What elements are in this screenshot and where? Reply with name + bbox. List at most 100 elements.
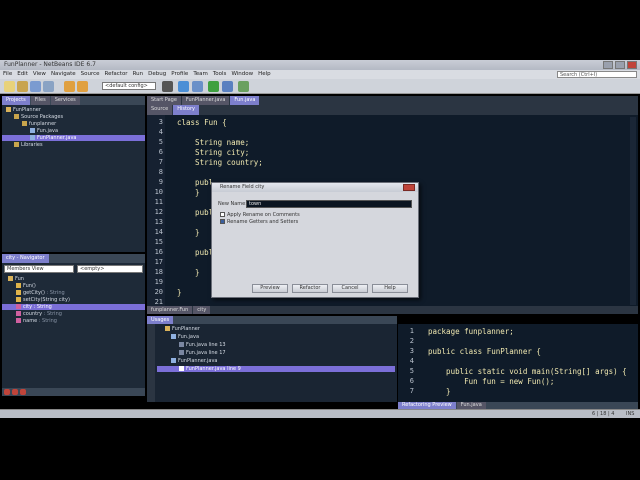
- tab-preview-file[interactable]: Fun.java: [456, 402, 486, 409]
- cancel-button[interactable]: Cancel: [332, 284, 368, 293]
- menu-navigate[interactable]: Navigate: [51, 70, 76, 79]
- undo-icon[interactable]: [64, 81, 75, 92]
- dialog-close-button[interactable]: [403, 184, 415, 191]
- code-line[interactable]: publ: [177, 208, 213, 217]
- code-line[interactable]: }: [177, 288, 182, 297]
- config-select[interactable]: <default config>: [102, 82, 156, 90]
- code-line[interactable]: String country;: [177, 158, 263, 167]
- apply-on-comments-checkbox[interactable]: Apply Rename on Comments: [220, 212, 300, 218]
- tree-item-source-packages[interactable]: Source Packages: [14, 114, 63, 120]
- dialog-title: Rename Field city: [212, 183, 418, 192]
- code-line[interactable]: String city;: [177, 148, 249, 157]
- breadcrumb-field[interactable]: city: [193, 306, 211, 314]
- tab-refactoring-preview[interactable]: Refactoring Preview: [398, 402, 456, 409]
- tree-item-libraries[interactable]: Libraries: [14, 142, 43, 148]
- code-line[interactable]: publ: [177, 248, 213, 257]
- tab-navigator[interactable]: city - Navigator: [2, 254, 49, 263]
- code-line[interactable]: String name;: [177, 138, 249, 147]
- line-number: 10: [154, 188, 163, 196]
- navigator-filter-select[interactable]: <empty>: [77, 265, 143, 273]
- refactor-button[interactable]: Refactor: [292, 284, 328, 293]
- code-line[interactable]: }: [177, 188, 200, 197]
- rename-getters-setters-checkbox[interactable]: Rename Getters and Setters: [220, 219, 298, 225]
- clean-build-icon[interactable]: [162, 81, 173, 92]
- class-icon: [8, 276, 13, 281]
- nav-item-class[interactable]: Fun: [8, 276, 24, 282]
- code-line[interactable]: publ: [177, 178, 213, 187]
- menu-team[interactable]: Team: [193, 70, 208, 79]
- profile-icon[interactable]: [238, 81, 249, 92]
- menu-edit[interactable]: Edit: [17, 70, 28, 79]
- menu-help[interactable]: Help: [258, 70, 271, 79]
- tree-item-funplanner-java[interactable]: FunPlanner.java: [2, 135, 145, 141]
- tab-services[interactable]: Services: [50, 96, 80, 105]
- menu-tools[interactable]: Tools: [213, 70, 227, 79]
- usage-item-line[interactable]: FunPlanner.java line 9: [157, 366, 395, 372]
- preview-code-line: }: [428, 387, 451, 396]
- nav-item-name[interactable]: name : String: [16, 318, 57, 324]
- filter-icon[interactable]: [12, 389, 18, 395]
- close-window-button[interactable]: [627, 61, 637, 69]
- tree-item-fun-java[interactable]: Fun.java: [30, 128, 58, 134]
- nav-item-constructor[interactable]: Fun(): [16, 283, 36, 289]
- build-icon[interactable]: [178, 81, 189, 92]
- nav-item-getcity[interactable]: getCity() : String: [16, 290, 65, 296]
- tab-projects[interactable]: Projects: [2, 96, 30, 105]
- tab-usages[interactable]: Usages: [147, 316, 174, 324]
- tree-item-project[interactable]: FunPlanner: [6, 107, 41, 113]
- usage-item-file[interactable]: FunPlanner.java: [171, 358, 218, 364]
- code-line[interactable]: class Fun {: [177, 118, 227, 127]
- menu-refactor[interactable]: Refactor: [105, 70, 128, 79]
- line-number: 20: [154, 288, 163, 296]
- menu-source[interactable]: Source: [81, 70, 100, 79]
- usage-item-line[interactable]: Fun.java line 13: [179, 342, 226, 348]
- breadcrumb-class[interactable]: funplanner.Fun: [147, 306, 193, 314]
- tab-source[interactable]: Source: [147, 105, 173, 115]
- new-name-input[interactable]: town: [246, 200, 412, 208]
- nav-item-setcity[interactable]: setCity(String city): [16, 297, 70, 303]
- menu-view[interactable]: View: [33, 70, 46, 79]
- usage-item-line[interactable]: Fun.java line 17: [179, 350, 226, 356]
- menu-run[interactable]: Run: [133, 70, 144, 79]
- menu-debug[interactable]: Debug: [148, 70, 166, 79]
- menu-file[interactable]: File: [3, 70, 12, 79]
- tab-fun-java[interactable]: Fun.java: [230, 96, 260, 105]
- tab-start-page[interactable]: Start Page: [147, 96, 181, 105]
- code-line[interactable]: }: [177, 228, 200, 237]
- java-file-icon: [171, 334, 176, 339]
- search-input[interactable]: Search (Ctrl+I): [557, 71, 637, 78]
- tree-item-package[interactable]: funplanner: [22, 121, 56, 127]
- new-file-icon[interactable]: [4, 81, 15, 92]
- open-project-icon[interactable]: [30, 81, 41, 92]
- menu-window[interactable]: Window: [231, 70, 253, 79]
- tab-funplanner-java[interactable]: FunPlanner.java: [181, 96, 230, 105]
- code-line[interactable]: }: [177, 268, 200, 277]
- tab-files[interactable]: Files: [30, 96, 50, 105]
- help-button[interactable]: Help: [372, 284, 408, 293]
- filter-icon[interactable]: [20, 389, 26, 395]
- menu-profile[interactable]: Profile: [171, 70, 188, 79]
- redo-icon[interactable]: [77, 81, 88, 92]
- preview-button[interactable]: Preview: [252, 284, 288, 293]
- line-number: 6: [409, 377, 414, 385]
- editor-scrollbar[interactable]: [630, 117, 636, 305]
- minimize-button[interactable]: [603, 61, 613, 69]
- field-icon: [16, 318, 21, 323]
- clean-icon[interactable]: [192, 81, 203, 92]
- nav-item-city[interactable]: city : String: [2, 304, 145, 310]
- nav-item-country[interactable]: country : String: [16, 311, 62, 317]
- save-all-icon[interactable]: [43, 81, 54, 92]
- new-project-icon[interactable]: [17, 81, 28, 92]
- line-number: 7: [158, 158, 163, 166]
- filter-icon[interactable]: [4, 389, 10, 395]
- preview-code-line: public class FunPlanner {: [428, 347, 541, 356]
- usage-item-project[interactable]: FunPlanner: [165, 326, 200, 332]
- navigator-view-select[interactable]: Members View: [4, 265, 74, 273]
- run-icon[interactable]: [208, 81, 219, 92]
- usage-item-file[interactable]: Fun.java: [171, 334, 199, 340]
- debug-icon[interactable]: [222, 81, 233, 92]
- field-icon: [16, 304, 21, 309]
- status-bar: 6 | 18 | 4 INS: [0, 409, 640, 418]
- maximize-button[interactable]: [615, 61, 625, 69]
- tab-history[interactable]: History: [173, 105, 199, 115]
